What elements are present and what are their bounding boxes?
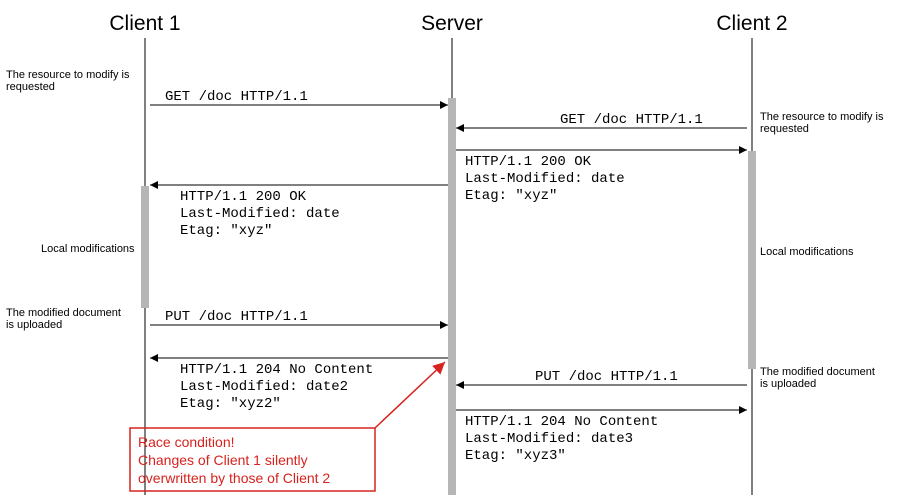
msg-c2-put: PUT /doc HTTP/1.1 [535, 369, 678, 385]
callout-text: Race condition! Changes of Client 1 sile… [138, 434, 330, 486]
note-c1-local: Local modifications [41, 243, 135, 255]
note-c1-request: The resource to modify isrequested [6, 69, 130, 93]
activation-c2 [748, 151, 756, 369]
svg-text:Local modifications: Local modifications [760, 246, 854, 258]
note-c2-local: Local modifications [760, 246, 854, 258]
svg-text:Local modifications: Local modifications [41, 243, 135, 255]
sequence-diagram: Client 1 Server Client 2 The resource to… [0, 0, 904, 504]
actor-client1: Client 1 [109, 12, 180, 35]
actor-client2: Client 2 [716, 12, 787, 35]
svg-text:The modified documentis upload: The modified documentis uploaded [760, 366, 875, 390]
svg-text:The modified documentis upload: The modified documentis uploaded [6, 307, 121, 331]
msg-c1-get: GET /doc HTTP/1.1 [165, 89, 308, 105]
note-c1-upload: The modified documentis uploaded [6, 307, 121, 331]
msg-c1-put: PUT /doc HTTP/1.1 [165, 309, 308, 325]
note-c2-upload: The modified documentis uploaded [760, 366, 875, 390]
callout-pointer [375, 362, 445, 428]
activation-server [448, 98, 456, 495]
msg-c2-get: GET /doc HTTP/1.1 [560, 112, 703, 128]
note-c2-request: The resource to modify isrequested [760, 111, 884, 135]
msg-c1-putresp: HTTP/1.1 204 No Content Last-Modified: d… [180, 362, 382, 412]
svg-text:The resource to modify isreque: The resource to modify isrequested [6, 69, 130, 93]
msg-c1-resp: HTTP/1.1 200 OK Last-Modified: date Etag… [180, 189, 348, 239]
svg-text:The resource to modify isreque: The resource to modify isrequested [760, 111, 884, 135]
msg-c2-resp: HTTP/1.1 200 OK Last-Modified: date Etag… [465, 154, 633, 204]
actor-server: Server [421, 12, 483, 35]
msg-c2-putresp: HTTP/1.1 204 No Content Last-Modified: d… [465, 414, 667, 464]
activation-c1 [141, 186, 149, 308]
